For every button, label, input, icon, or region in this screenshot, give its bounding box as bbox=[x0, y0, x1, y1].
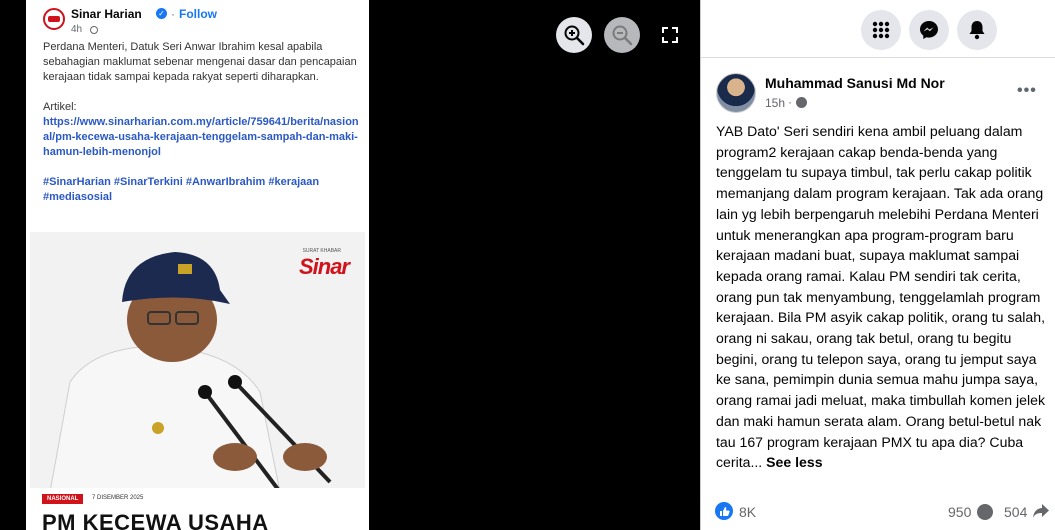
separator-dot: · bbox=[788, 95, 792, 109]
viewer-left-edge bbox=[0, 0, 22, 530]
post-side-panel: Muhammad Sanusi Md Nor 15h · ••• YAB Dat… bbox=[700, 0, 1055, 530]
thumbs-up-icon bbox=[719, 506, 730, 516]
post-footer: 8K 950 504 bbox=[701, 496, 1055, 530]
share-icon[interactable] bbox=[1032, 503, 1050, 519]
embedded-article: Artikel: https://www.sinarharian.com.my/… bbox=[43, 100, 363, 160]
post-body: YAB Dato' Seri sendiri kena ambil peluan… bbox=[716, 123, 1046, 471]
zoom-in-icon bbox=[564, 25, 585, 46]
comment-icon[interactable] bbox=[977, 504, 993, 520]
post-time[interactable]: 15h bbox=[765, 96, 785, 110]
menu-grid-icon bbox=[872, 21, 890, 39]
embedded-post-screenshot: Sinar Harian ✓ · Follow 4h Perdana Mente… bbox=[26, 0, 369, 530]
fullscreen-button[interactable] bbox=[655, 20, 685, 50]
embedded-post-time: 4h bbox=[71, 24, 83, 35]
share-count[interactable]: 504 bbox=[1004, 504, 1027, 520]
zoom-out-button[interactable] bbox=[604, 17, 640, 53]
embedded-paragraph: Perdana Menteri, Datuk Seri Anwar Ibrahi… bbox=[43, 41, 357, 83]
messenger-button[interactable] bbox=[909, 10, 949, 50]
embedded-post-header: Sinar Harian ✓ · Follow 4h bbox=[43, 6, 359, 36]
comment-count[interactable]: 950 bbox=[948, 504, 971, 520]
verified-badge-icon: ✓ bbox=[156, 8, 167, 19]
article-label: Artikel: bbox=[43, 101, 77, 113]
embedded-hashtags: #SinarHarian #SinarTerkini #AnwarIbrahim… bbox=[43, 176, 320, 203]
sinar-logo: Sinar bbox=[298, 254, 350, 279]
author-avatar[interactable] bbox=[716, 73, 756, 113]
more-options-button[interactable]: ••• bbox=[1017, 82, 1037, 100]
globe-icon bbox=[90, 26, 98, 34]
fullscreen-icon bbox=[662, 27, 678, 43]
separator-dot: · bbox=[171, 7, 175, 21]
like-count[interactable]: 8K bbox=[739, 504, 756, 520]
zoom-out-icon bbox=[612, 25, 633, 46]
zoom-in-button[interactable] bbox=[556, 17, 592, 53]
news-category-tag: NASIONAL bbox=[42, 494, 84, 504]
news-photo: SURAT KHABAR Sinar NASIONAL 7 DISEMBER 2… bbox=[30, 232, 365, 530]
notifications-button[interactable] bbox=[957, 10, 997, 50]
embedded-post-body: Perdana Menteri, Datuk Seri Anwar Ibrahi… bbox=[43, 40, 363, 220]
author-name[interactable]: Muhammad Sanusi Md Nor bbox=[765, 75, 945, 91]
see-less-link[interactable]: See less bbox=[766, 454, 822, 470]
messenger-icon bbox=[920, 21, 938, 39]
top-bar bbox=[701, 0, 1055, 58]
article-link: https://www.sinarharian.com.my/article/7… bbox=[43, 116, 359, 158]
globe-icon bbox=[796, 97, 807, 108]
menu-button[interactable] bbox=[861, 10, 901, 50]
like-reaction-icon[interactable] bbox=[715, 502, 733, 520]
news-date: 7 DISEMBER 2025 bbox=[92, 495, 144, 501]
news-headline: PM KECEWA USAHA bbox=[42, 510, 269, 530]
photo-caption-bar: NASIONAL 7 DISEMBER 2025 PM KECEWA USAHA bbox=[30, 488, 365, 530]
image-viewer: Sinar Harian ✓ · Follow 4h Perdana Mente… bbox=[0, 0, 700, 530]
bell-icon bbox=[969, 21, 985, 40]
post-text: YAB Dato' Seri sendiri kena ambil peluan… bbox=[716, 121, 1051, 473]
embedded-page-name: Sinar Harian bbox=[71, 7, 142, 21]
embedded-follow-link: Follow bbox=[179, 7, 217, 21]
sinar-harian-avatar bbox=[43, 8, 65, 30]
